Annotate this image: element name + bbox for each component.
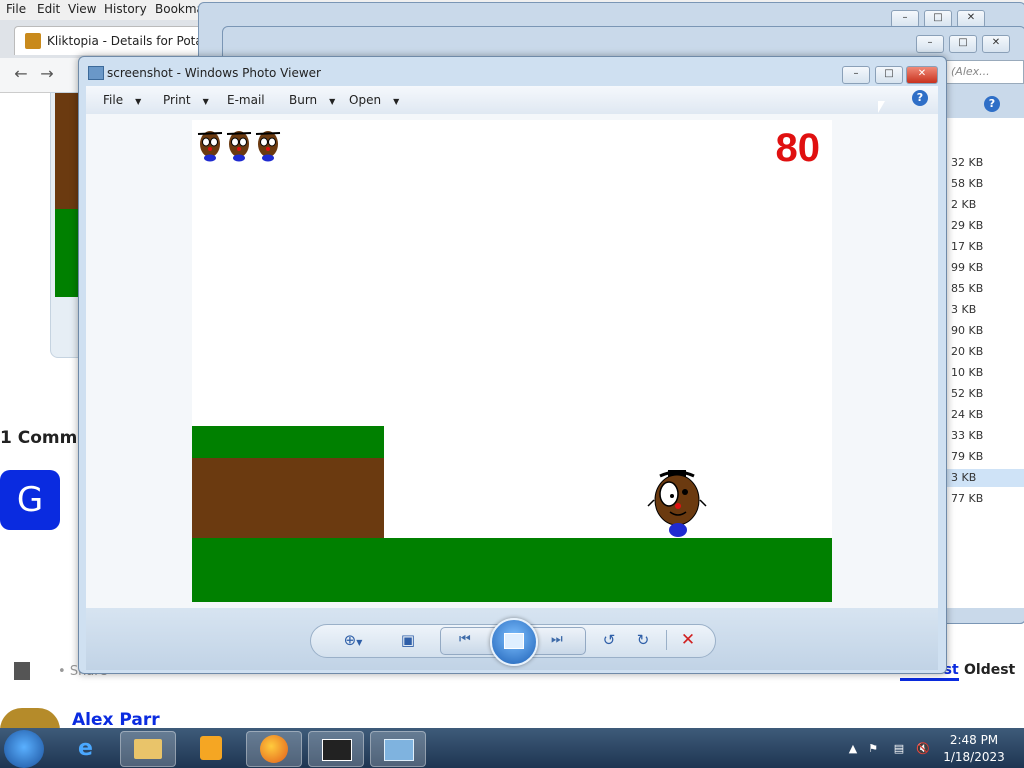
file-menu[interactable]: File ▼: [103, 93, 141, 107]
file-size: 17 KB: [951, 240, 984, 253]
file-size-column: 32 KB 58 KB 2 KB 29 KB 17 KB 99 KB 85 KB…: [944, 118, 1024, 608]
grass-platform: [192, 426, 384, 458]
help-icon[interactable]: ?: [912, 90, 928, 106]
chevron-down-icon: ▼: [135, 97, 142, 106]
forward-arrow-icon[interactable]: →: [36, 64, 58, 84]
media-player-icon[interactable]: [184, 731, 238, 765]
close-icon[interactable]: ✕: [906, 66, 938, 84]
file-size: 90 KB: [951, 324, 984, 337]
potato-life-icon: [255, 131, 281, 162]
window-title: screenshot - Windows Photo Viewer: [107, 66, 321, 80]
potato-player-sprite: [647, 470, 707, 537]
file-size: 52 KB: [951, 387, 984, 400]
chevron-down-icon: ▼: [329, 97, 336, 106]
file-size: 33 KB: [951, 429, 984, 442]
chevron-down-icon: ▼: [393, 97, 400, 106]
slideshow-button[interactable]: [490, 618, 538, 666]
game-app-icon[interactable]: [308, 731, 364, 767]
network-icon[interactable]: ▤: [892, 742, 906, 756]
volume-muted-icon[interactable]: 🔇: [916, 742, 930, 756]
print-menu[interactable]: Print ▼: [163, 93, 209, 107]
file-size: 32 KB: [951, 156, 984, 169]
explorer-search-input[interactable]: (Alex...: [944, 60, 1024, 84]
maximize-icon[interactable]: □: [875, 66, 903, 84]
file-size: 10 KB: [951, 366, 984, 379]
tab-title: Kliktopia - Details for Potat...: [47, 34, 219, 48]
file-size: 77 KB: [951, 492, 984, 505]
next-icon: ⏭: [551, 632, 563, 647]
back-arrow-icon[interactable]: ←: [10, 64, 32, 84]
file-size: 24 KB: [951, 408, 984, 421]
action-center-icon[interactable]: ⚑: [866, 742, 880, 756]
maximize-icon[interactable]: □: [949, 35, 977, 53]
potato-life-icon: [226, 131, 252, 162]
game-screenshot: 80: [192, 120, 832, 602]
kliktopia-favicon-icon: [25, 33, 41, 49]
close-icon[interactable]: ✕: [982, 35, 1010, 53]
file-explorer-icon[interactable]: [120, 731, 176, 767]
file-size: 99 KB: [951, 261, 984, 274]
firefox-icon[interactable]: [246, 731, 302, 767]
chevron-down-icon: ▼: [202, 97, 209, 106]
show-hidden-icons-icon[interactable]: ▲: [846, 742, 860, 756]
start-button[interactable]: [4, 730, 44, 768]
divider: [666, 630, 667, 650]
photo-viewer-taskbar-icon[interactable]: [370, 731, 426, 767]
file-size: 3 KB: [951, 303, 977, 316]
rotate-counterclockwise-icon[interactable]: ↺: [597, 630, 621, 650]
potato-life-icon: [197, 131, 223, 162]
user-avatar: G: [0, 470, 60, 530]
rotate-clockwise-icon[interactable]: ↻: [631, 630, 655, 650]
file-size: 29 KB: [951, 219, 984, 232]
sort-oldest-tab[interactable]: Oldest: [964, 662, 1015, 678]
browser-tab[interactable]: Kliktopia - Details for Potat...: [14, 26, 219, 55]
internet-explorer-icon[interactable]: e: [64, 731, 118, 765]
author-avatar: [0, 708, 60, 730]
menu-edit[interactable]: Edit: [37, 2, 60, 16]
file-size: 79 KB: [951, 450, 984, 463]
file-size: 20 KB: [951, 345, 984, 358]
menu-view[interactable]: View: [68, 2, 96, 16]
comments-heading: 1 Comme: [0, 428, 89, 448]
open-menu[interactable]: Open ▼: [349, 93, 399, 107]
share-icon[interactable]: [14, 662, 30, 680]
zoom-icon[interactable]: ⊕▼: [337, 630, 369, 650]
photo-viewer-app-icon: [88, 66, 104, 80]
file-size-selected: 3 KB: [945, 469, 1024, 487]
file-size: 58 KB: [951, 177, 984, 190]
email-button[interactable]: E-mail: [227, 93, 265, 107]
photo-viewer-menubar: [86, 86, 938, 115]
menu-history[interactable]: History: [104, 2, 147, 16]
burn-menu[interactable]: Burn ▼: [289, 93, 335, 107]
clock-date[interactable]: 1/18/2023: [940, 750, 1008, 764]
minimize-icon[interactable]: –: [842, 66, 870, 84]
minimize-icon[interactable]: –: [916, 35, 944, 53]
file-size: 2 KB: [951, 198, 977, 211]
ground: [192, 538, 832, 602]
comment-author-name[interactable]: Alex Parr: [72, 710, 160, 730]
dirt-block: [192, 458, 384, 538]
previous-icon: ⏮: [459, 632, 471, 647]
menu-file[interactable]: File: [6, 2, 26, 16]
slideshow-icon: [504, 633, 524, 649]
file-size: 85 KB: [951, 282, 984, 295]
mouse-cursor-icon: [878, 101, 885, 113]
delete-icon[interactable]: ✕: [676, 630, 700, 650]
clock-time[interactable]: 2:48 PM: [940, 733, 1008, 747]
help-icon[interactable]: ?: [984, 96, 1000, 112]
actual-size-icon[interactable]: ▣: [396, 630, 420, 650]
menu-bookmarks[interactable]: Bookma: [155, 2, 204, 16]
score-counter: 80: [775, 126, 821, 170]
